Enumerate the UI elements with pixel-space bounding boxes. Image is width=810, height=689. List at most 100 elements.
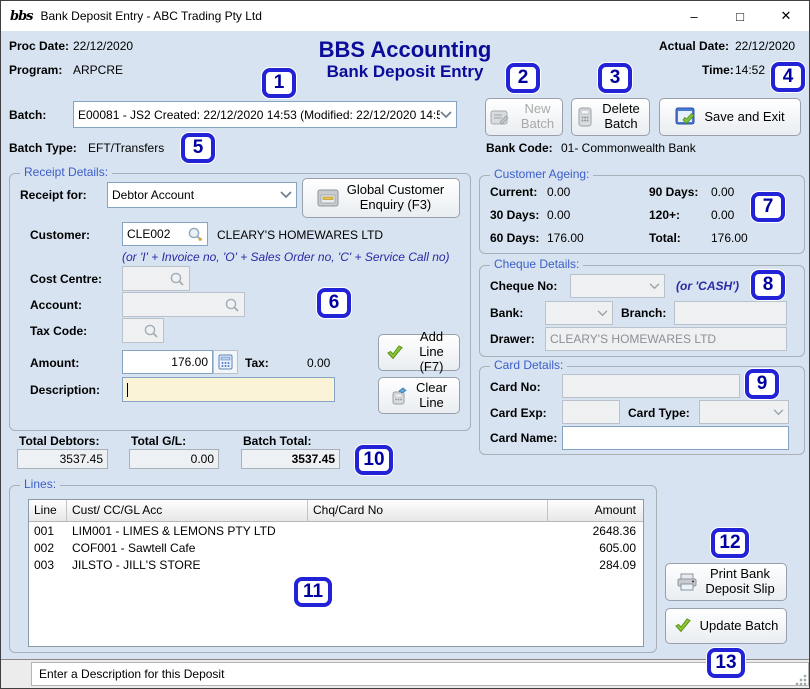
customer-code-value: CLE002 bbox=[127, 227, 170, 241]
batch-total-field: 3537.45 bbox=[241, 449, 340, 469]
chevron-down-icon bbox=[649, 283, 660, 290]
account-input[interactable] bbox=[122, 292, 245, 317]
bank-label: Bank: bbox=[490, 306, 523, 320]
annotation-badge-13: 13 bbox=[707, 648, 745, 678]
card-name-input[interactable] bbox=[562, 426, 789, 450]
lookup-magnifier-icon bbox=[224, 297, 240, 313]
table-row[interactable]: 002 COF001 - Sawtell Cafe 605.00 bbox=[29, 539, 643, 556]
new-batch-label: New Batch bbox=[517, 102, 559, 132]
chevron-down-icon bbox=[440, 111, 452, 119]
save-and-exit-button[interactable]: Save and Exit bbox=[659, 98, 801, 136]
minimize-button[interactable]: – bbox=[671, 1, 717, 31]
clear-line-icon bbox=[390, 387, 408, 405]
annotation-badge-7: 7 bbox=[751, 192, 785, 222]
tax-code-input[interactable] bbox=[122, 318, 164, 343]
annotation-badge-6: 6 bbox=[317, 288, 351, 318]
cell-line: 001 bbox=[29, 524, 67, 538]
bank-code-label: Bank Code: bbox=[486, 141, 553, 155]
col-header-amount[interactable]: Amount bbox=[548, 500, 643, 521]
check-icon bbox=[386, 345, 404, 361]
update-batch-button[interactable]: Update Batch bbox=[665, 608, 787, 644]
text-cursor bbox=[127, 383, 128, 397]
update-batch-label: Update Batch bbox=[700, 619, 779, 634]
add-line-button[interactable]: Add Line (F7) bbox=[378, 334, 460, 371]
amount-input[interactable]: 176.00 bbox=[122, 350, 213, 374]
clear-line-button[interactable]: Clear Line bbox=[378, 377, 460, 414]
annotation-badge-1: 1 bbox=[262, 68, 296, 98]
batch-select[interactable]: E00081 - JS2 Created: 22/12/2020 14:53 (… bbox=[73, 101, 457, 128]
ageing-90days-value: 0.00 bbox=[711, 185, 734, 199]
card-no-input[interactable] bbox=[562, 374, 740, 398]
cheque-no-select[interactable] bbox=[570, 274, 665, 298]
cell-cust: COF001 - Sawtell Cafe bbox=[67, 541, 308, 555]
receipt-for-select[interactable]: Debtor Account bbox=[107, 182, 297, 208]
description-label: Description: bbox=[30, 383, 100, 397]
ageing-30days-label: 30 Days: bbox=[490, 208, 539, 222]
batch-selected-value: E00081 - JS2 Created: 22/12/2020 14:53 (… bbox=[78, 108, 440, 122]
clear-line-label: Clear Line bbox=[415, 381, 449, 411]
customer-ageing-title: Customer Ageing: bbox=[490, 167, 593, 181]
customer-code-input[interactable]: CLE002 bbox=[122, 222, 208, 246]
card-exp-input[interactable] bbox=[562, 400, 620, 424]
batch-total-value: 3537.45 bbox=[292, 452, 335, 466]
status-message: Enter a Description for this Deposit bbox=[39, 667, 224, 681]
total-debtors-field: 3537.45 bbox=[17, 449, 108, 469]
receipt-details-group: Receipt Details: Receipt for: Debtor Acc… bbox=[9, 173, 471, 431]
ageing-total-label: Total: bbox=[649, 231, 681, 245]
col-header-chq[interactable]: Chq/Card No bbox=[308, 500, 548, 521]
batch-type-value: EFT/Transfers bbox=[88, 141, 164, 155]
actual-date-value: 22/12/2020 bbox=[735, 39, 795, 53]
new-batch-button[interactable]: New Batch bbox=[485, 98, 563, 136]
maximize-button[interactable]: □ bbox=[717, 1, 763, 31]
cash-hint: (or 'CASH') bbox=[676, 279, 739, 293]
delete-batch-button[interactable]: Delete Batch bbox=[571, 98, 650, 136]
app-window: bbs Bank Deposit Entry - ABC Trading Pty… bbox=[0, 0, 810, 689]
amount-calculator-button[interactable] bbox=[213, 350, 238, 374]
lookup-magnifier-icon bbox=[169, 271, 185, 287]
global-customer-enquiry-button[interactable]: Global Customer Enquiry (F3) bbox=[302, 178, 460, 218]
drawer-label: Drawer: bbox=[490, 332, 535, 346]
ageing-total-value: 176.00 bbox=[711, 231, 748, 245]
account-label: Account: bbox=[30, 298, 82, 312]
tax-label: Tax: bbox=[245, 356, 269, 370]
screen-title: Bank Deposit Entry bbox=[1, 62, 809, 82]
total-gl-field: 0.00 bbox=[129, 449, 219, 469]
print-bank-deposit-slip-button[interactable]: Print Bank Deposit Slip bbox=[665, 563, 787, 601]
col-header-cust[interactable]: Cust/ CC/GL Acc bbox=[67, 500, 308, 521]
cell-line: 002 bbox=[29, 541, 67, 555]
branch-input[interactable] bbox=[674, 301, 787, 325]
actual-date-label: Actual Date: bbox=[659, 39, 729, 53]
description-input[interactable] bbox=[122, 377, 335, 402]
global-customer-enquiry-label: Global Customer Enquiry (F3) bbox=[346, 183, 446, 213]
cell-amount: 605.00 bbox=[548, 541, 643, 555]
delete-batch-label: Delete Batch bbox=[599, 102, 643, 132]
card-exp-label: Card Exp: bbox=[490, 406, 547, 420]
ageing-current-value: 0.00 bbox=[547, 185, 570, 199]
cheque-details-title: Cheque Details: bbox=[490, 257, 583, 271]
bank-code-value: 01- Commonwealth Bank bbox=[561, 141, 696, 155]
table-row[interactable]: 003 JILSTO - JILL'S STORE 284.09 bbox=[29, 556, 643, 573]
cost-centre-input[interactable] bbox=[122, 266, 190, 291]
amount-value: 176.00 bbox=[171, 355, 208, 369]
receipt-for-label: Receipt for: bbox=[20, 188, 87, 202]
drawer-input[interactable]: CLEARY'S HOMEWARES LTD bbox=[545, 327, 787, 351]
receipt-details-title: Receipt Details: bbox=[20, 165, 112, 179]
calculator-icon bbox=[218, 354, 233, 370]
resize-grip[interactable] bbox=[794, 673, 807, 686]
status-bar: Enter a Description for this Deposit bbox=[1, 659, 809, 688]
table-row[interactable]: 001 LIM001 - LIMES & LEMONS PTY LTD 2648… bbox=[29, 522, 643, 539]
lines-table[interactable]: Line Cust/ CC/GL Acc Chq/Card No Amount … bbox=[28, 499, 644, 647]
save-exit-icon bbox=[675, 107, 697, 127]
batch-total-label: Batch Total: bbox=[243, 434, 311, 448]
cell-cust: LIM001 - LIMES & LEMONS PTY LTD bbox=[67, 524, 308, 538]
card-type-select[interactable] bbox=[699, 400, 789, 424]
close-button[interactable]: ✕ bbox=[763, 1, 809, 31]
tax-code-label: Tax Code: bbox=[30, 324, 87, 338]
card-file-icon bbox=[317, 189, 339, 207]
bank-select[interactable] bbox=[545, 301, 613, 325]
lines-table-header: Line Cust/ CC/GL Acc Chq/Card No Amount bbox=[29, 500, 643, 522]
lookup-magnifier-icon bbox=[143, 323, 159, 339]
customer-label: Customer: bbox=[30, 228, 90, 242]
col-header-line[interactable]: Line bbox=[29, 500, 67, 521]
lookup-magnifier-icon bbox=[187, 226, 203, 242]
